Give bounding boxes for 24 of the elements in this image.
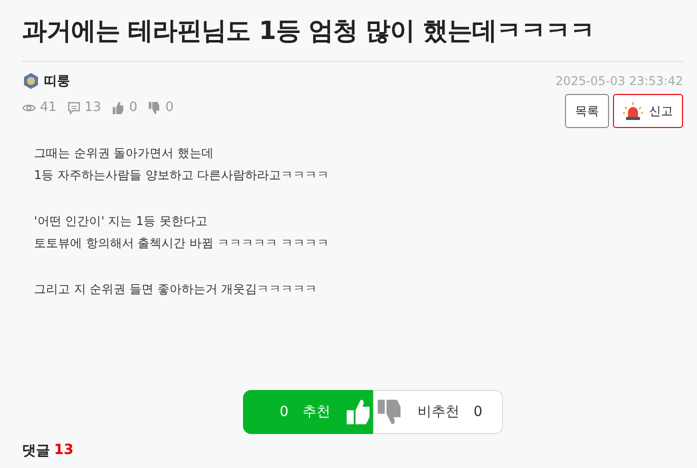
post-text-line: 그리고 지 순위권 들면 좋아하는거 개웃김ㅋㅋㅋㅋㅋ — [34, 281, 318, 298]
not-recommend-button[interactable]: 비추천 0 — [372, 390, 502, 434]
stat-count: 13 — [84, 100, 102, 115]
comments-count: 13 — [54, 442, 74, 460]
thumbs-up-icon — [111, 100, 126, 114]
thumbs-down-icon — [147, 100, 162, 114]
post-date: 2025-05-03 23:53:42 — [556, 74, 683, 88]
stat-count: 0 — [129, 100, 138, 115]
avatar-icon — [22, 72, 40, 90]
thumbs-up-icon — [344, 398, 372, 426]
post-title: 과거에는 테라핀님도 1등 엄청 많이 했는데ㅋㅋㅋㅋ — [22, 14, 683, 62]
thumbs-down-icon — [376, 398, 404, 426]
post-text-line: '어떤 인간이' 지는 1등 못한다고 — [34, 213, 208, 230]
post-text-line: 토토뷰에 항의해서 출첵시간 바뀜 ㅋㅋㅋㅋㅋ ㅋㅋㅋㅋ — [34, 235, 330, 252]
report-button[interactable]: 신고 — [613, 94, 683, 128]
stat-count: 41 — [40, 100, 57, 115]
post-text-line: 1등 자주하는사람들 양보하고 다른사람하라고ㅋㅋㅋㅋ — [34, 167, 330, 184]
author-name[interactable]: 띠룽 — [44, 72, 70, 90]
stat-count: 0 — [165, 100, 174, 115]
siren-icon — [623, 102, 643, 120]
comments-label: 댓글 — [22, 442, 50, 460]
list-button[interactable]: 목록 — [565, 94, 609, 128]
comment-icon — [66, 100, 81, 114]
post-text-line: 그때는 순위권 돌아가면서 했는데 — [34, 145, 214, 162]
